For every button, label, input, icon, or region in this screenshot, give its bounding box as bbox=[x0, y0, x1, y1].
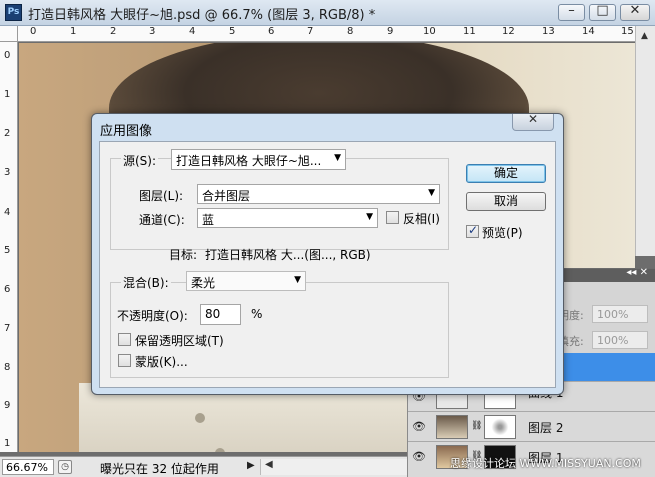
layer-select[interactable]: 合并图层 ▼ bbox=[197, 184, 440, 204]
blending-label: 混合(B): bbox=[121, 274, 171, 291]
ruler-label: 7 bbox=[4, 323, 11, 334]
vertical-scrollbar[interactable]: ▲ bbox=[635, 26, 655, 256]
chevron-down-icon: ▼ bbox=[366, 212, 373, 222]
minimize-button[interactable]: – bbox=[558, 3, 585, 21]
status-info-icon[interactable]: ◷ bbox=[58, 460, 72, 474]
ruler-label: 15 bbox=[621, 26, 634, 37]
scroll-up-arrow-icon[interactable]: ▲ bbox=[641, 31, 648, 41]
close-icon: ✕ bbox=[629, 3, 641, 18]
dialog-title: 应用图像 bbox=[100, 124, 153, 139]
ruler-label: 2 bbox=[4, 128, 11, 139]
window-title-bar: Ps 打造日韩风格 大眼仔~旭.psd @ 66.7% (图层 3, RGB/8… bbox=[0, 0, 655, 26]
ruler-label: 1 bbox=[70, 26, 77, 37]
layer-label: 图层(L): bbox=[139, 189, 184, 203]
photoshop-icon: Ps bbox=[5, 4, 22, 21]
mask-label: 蒙版(K)... bbox=[135, 355, 188, 369]
close-icon: ✕ bbox=[527, 112, 539, 126]
source-label: 源(S): bbox=[121, 152, 159, 169]
layer-fill-field[interactable]: 100% bbox=[592, 331, 648, 349]
photo-shirt-button bbox=[215, 448, 225, 452]
source-select[interactable]: 打造日韩风格 大眼仔~旭... ▼ bbox=[171, 149, 346, 170]
ruler-label: 6 bbox=[268, 26, 275, 37]
ruler-label: 0 bbox=[4, 50, 11, 61]
opacity-label: 不透明度(O): bbox=[117, 309, 188, 323]
blending-select-value: 柔光 bbox=[191, 276, 216, 290]
ruler-label: 3 bbox=[149, 26, 156, 37]
ruler-label: 5 bbox=[229, 26, 236, 37]
ruler-label: 2 bbox=[110, 26, 117, 37]
cancel-button[interactable]: 取消 bbox=[466, 192, 546, 211]
preserve-transparency-label: 保留透明区域(T) bbox=[135, 334, 224, 348]
photo-shirt-button bbox=[195, 413, 205, 423]
ruler-label: 8 bbox=[4, 362, 11, 373]
dialog-close-button[interactable]: ✕ bbox=[512, 112, 554, 131]
dialog-body: 源(S): 打造日韩风格 大眼仔~旭... ▼ 图层(L): 合并图层 ▼ 通道… bbox=[99, 141, 556, 388]
source-group bbox=[110, 158, 449, 250]
ruler-label: 4 bbox=[189, 26, 196, 37]
ruler-label: 3 bbox=[4, 167, 11, 178]
ruler-label: 1 bbox=[4, 438, 11, 449]
eye-icon[interactable]: 👁 bbox=[412, 450, 426, 463]
opacity-input[interactable]: 80 bbox=[200, 304, 241, 325]
invert-checkbox[interactable] bbox=[386, 211, 399, 224]
ruler-label: 10 bbox=[423, 26, 436, 37]
maximize-button[interactable]: □ bbox=[589, 3, 616, 21]
maximize-icon: □ bbox=[596, 3, 609, 18]
status-message: 曝光只在 32 位起作用 bbox=[100, 462, 219, 476]
eye-icon[interactable]: 👁 bbox=[412, 420, 426, 433]
site-watermark: 思缘设计论坛 WWW.MISSYUAN.COM bbox=[450, 457, 641, 470]
preserve-transparency-checkbox[interactable] bbox=[118, 333, 131, 346]
invert-label: 反相(I) bbox=[403, 212, 440, 226]
layer-name: 图层 2 bbox=[528, 421, 564, 435]
horizontal-scrollbar[interactable]: ◀ bbox=[260, 459, 407, 475]
source-select-value: 打造日韩风格 大眼仔~旭... bbox=[176, 154, 322, 168]
layer-opacity-field[interactable]: 100% bbox=[592, 305, 648, 323]
scroll-left-arrow-icon[interactable]: ◀ bbox=[265, 459, 273, 470]
channel-label: 通道(C): bbox=[139, 213, 185, 227]
ruler-label: 7 bbox=[307, 26, 314, 37]
window-title: 打造日韩风格 大眼仔~旭.psd @ 66.7% (图层 3, RGB/8) * bbox=[28, 8, 376, 23]
ruler-corner[interactable] bbox=[0, 26, 18, 42]
preview-label: 预览(P) bbox=[482, 226, 523, 240]
layer-select-value: 合并图层 bbox=[202, 189, 251, 203]
ruler-label: 13 bbox=[542, 26, 555, 37]
close-window-button[interactable]: ✕ bbox=[620, 3, 650, 21]
ruler-label: 9 bbox=[387, 26, 394, 37]
chevron-down-icon: ▼ bbox=[294, 275, 301, 285]
mask-checkbox[interactable] bbox=[118, 354, 131, 367]
ruler-label: 4 bbox=[4, 207, 11, 218]
ruler-label: 0 bbox=[30, 26, 37, 37]
chevron-down-icon: ▼ bbox=[428, 188, 435, 198]
ok-button[interactable]: 确定 bbox=[466, 164, 546, 183]
target-label: 目标: bbox=[169, 248, 198, 262]
chevron-down-icon: ▼ bbox=[334, 153, 341, 163]
zoom-level-field[interactable]: 66.67% bbox=[2, 459, 54, 475]
target-value: 打造日韩风格 大...(图..., RGB) bbox=[205, 248, 371, 262]
status-bar: 66.67% ◷ 曝光只在 32 位起作用 ▶ ◀ bbox=[0, 456, 407, 477]
ruler-label: 1 bbox=[4, 89, 11, 100]
ruler-label: 8 bbox=[347, 26, 354, 37]
ruler-label: 9 bbox=[4, 400, 11, 411]
ruler-label: 6 bbox=[4, 284, 11, 295]
layer-row[interactable]: 👁 ⛓ 图层 2 bbox=[408, 411, 655, 441]
ruler-label: 5 bbox=[4, 245, 11, 256]
chain-link-icon: ⛓ bbox=[471, 421, 483, 431]
layer-mask-thumbnail bbox=[484, 415, 516, 439]
ruler-label: 14 bbox=[582, 26, 595, 37]
collapse-panel-icon[interactable]: ◂◂ ✕ bbox=[626, 267, 648, 278]
ruler-label: 12 bbox=[502, 26, 515, 37]
preview-checkbox[interactable] bbox=[466, 223, 479, 238]
vertical-ruler[interactable]: 0 1 2 3 4 5 6 7 8 9 1 bbox=[0, 42, 18, 452]
status-menu-arrow-icon[interactable]: ▶ bbox=[247, 460, 255, 471]
minimize-icon: – bbox=[568, 3, 575, 18]
horizontal-ruler[interactable]: 0 1 2 3 4 5 6 7 8 9 10 11 12 13 14 15 bbox=[18, 26, 635, 42]
opacity-unit: % bbox=[251, 307, 263, 321]
channel-select-value: 蓝 bbox=[202, 213, 215, 227]
blending-select[interactable]: 柔光 ▼ bbox=[186, 271, 306, 291]
ruler-label: 11 bbox=[463, 26, 476, 37]
apply-image-dialog: 应用图像 ✕ 源(S): 打造日韩风格 大眼仔~旭... ▼ 图层(L): 合并… bbox=[91, 112, 564, 395]
layer-thumbnail bbox=[436, 415, 468, 439]
channel-select[interactable]: 蓝 ▼ bbox=[197, 208, 378, 228]
